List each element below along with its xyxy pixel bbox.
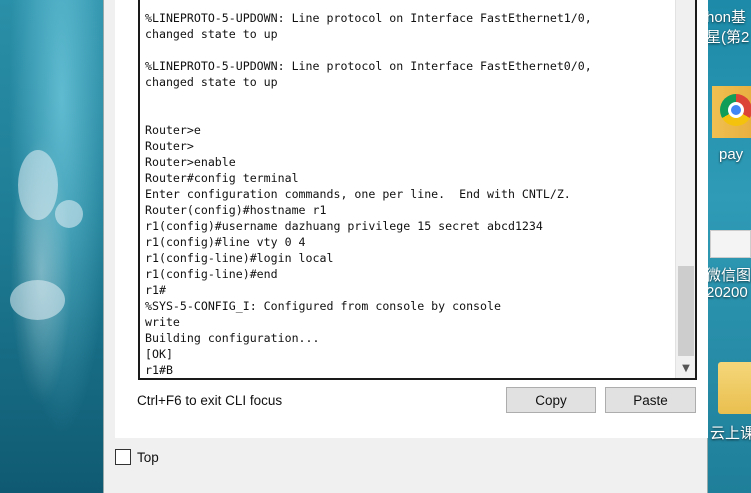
top-label: Top: [137, 449, 159, 465]
terminal-line: r1(config)#username dazhuang privilege 1…: [145, 219, 543, 233]
chrome-icon[interactable]: [720, 94, 751, 126]
cli-terminal[interactable]: %LINEPROTO-5-UPDOWN: Line protocol on In…: [138, 0, 697, 380]
terminal-line: Building configuration...: [145, 331, 320, 345]
terminal-line: %SYS-5-CONFIG_I: Configured from console…: [145, 299, 501, 313]
terminal-output[interactable]: %LINEPROTO-5-UPDOWN: Line protocol on In…: [145, 10, 675, 378]
terminal-line: r1#: [145, 283, 166, 297]
top-checkbox[interactable]: [115, 449, 131, 465]
chevron-down-icon[interactable]: ▼: [676, 358, 695, 378]
desktop-text-2: 星(第2: [706, 29, 750, 46]
terminal-line: r1(config)#line vty 0 4: [145, 235, 306, 249]
terminal-line: [OK]: [145, 347, 173, 361]
desktop-wallpaper: [0, 0, 103, 493]
terminal-line: Router>e: [145, 123, 201, 137]
terminal-line: r1#B: [145, 363, 173, 377]
wallpaper-splash: [18, 150, 58, 220]
wallpaper-splash: [55, 200, 83, 228]
paste-button[interactable]: Paste: [605, 387, 696, 413]
cli-window: %LINEPROTO-5-UPDOWN: Line protocol on In…: [103, 0, 708, 493]
folder-icon[interactable]: [718, 362, 751, 414]
terminal-line: changed state to up: [145, 27, 278, 41]
terminal-line: %LINEPROTO-5-UPDOWN: Line protocol on In…: [145, 11, 592, 25]
terminal-line: Router#config terminal: [145, 171, 299, 185]
terminal-line: %LINEPROTO-5-UPDOWN: Line protocol on In…: [145, 59, 592, 73]
terminal-line: Enter configuration commands, one per li…: [145, 187, 571, 201]
terminal-line: r1(config-line)#login local: [145, 251, 334, 265]
wallpaper-splash: [10, 280, 65, 320]
cli-focus-hint: Ctrl+F6 to exit CLI focus: [137, 393, 283, 408]
scrollbar-thumb[interactable]: [678, 266, 694, 356]
terminal-line: write: [145, 315, 180, 329]
image-file-icon[interactable]: [710, 230, 751, 258]
terminal-line: Router>enable: [145, 155, 236, 169]
image-file-label[interactable]: 微信图片: [706, 264, 751, 285]
terminal-line: changed state to up: [145, 75, 278, 89]
folder-label[interactable]: 云上课: [710, 422, 751, 443]
cli-panel: %LINEPROTO-5-UPDOWN: Line protocol on In…: [115, 0, 708, 438]
desktop-text-1: hon基: [706, 9, 747, 26]
terminal-line: r1(config-line)#end: [145, 267, 278, 281]
terminal-scrollbar[interactable]: ▼: [675, 0, 695, 378]
terminal-line: Router(config)#hostname r1: [145, 203, 327, 217]
chrome-shortcut-label[interactable]: pay: [719, 146, 743, 163]
terminal-line: Router>: [145, 139, 194, 153]
top-option[interactable]: Top: [115, 449, 159, 465]
copy-button[interactable]: Copy: [506, 387, 596, 413]
image-file-sublabel: 20200: [706, 284, 748, 301]
